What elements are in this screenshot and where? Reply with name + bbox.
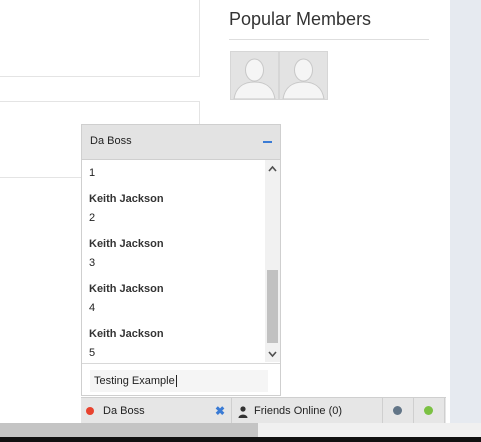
member-avatar[interactable] — [230, 51, 279, 100]
status-dot-icon — [86, 407, 94, 415]
text-caret — [176, 375, 177, 387]
message-author: Keith Jackson — [89, 238, 164, 250]
chat-tab-da-boss[interactable]: Da Boss ✖ — [81, 398, 232, 424]
popular-members-title: Popular Members — [229, 9, 372, 29]
message-text: 1 — [89, 167, 96, 179]
chat-header-title: Da Boss — [90, 135, 132, 147]
content-card-top — [0, 0, 200, 77]
chat-message-input[interactable] — [90, 370, 268, 392]
status-dot-icon — [424, 406, 433, 415]
friends-online-button[interactable]: Friends Online (0) — [232, 398, 383, 424]
friends-online-label: Friends Online (0) — [254, 405, 343, 417]
chat-input-divider — [82, 363, 280, 364]
status-dot-icon — [393, 406, 402, 415]
chat-tab-label: Da Boss — [103, 405, 145, 417]
popular-members-divider — [229, 39, 429, 40]
avatar-placeholder-icon — [231, 52, 278, 99]
chat-header[interactable]: Da Boss — [82, 125, 280, 160]
message-author: Keith Jackson — [89, 283, 164, 295]
member-avatar[interactable] — [279, 51, 328, 100]
message-author: Keith Jackson — [89, 193, 164, 205]
chevron-up-icon[interactable] — [265, 162, 280, 174]
page-side-strip — [450, 0, 481, 442]
status-gray-button[interactable] — [383, 398, 414, 424]
chevron-down-icon[interactable] — [265, 347, 280, 359]
chat-bar: Da Boss ✖ Friends Online (0) — [81, 397, 446, 424]
message-text: 2 — [89, 212, 96, 224]
minimize-icon[interactable] — [263, 141, 272, 143]
status-online-button[interactable] — [414, 398, 445, 424]
chat-window: Da Boss 1 Keith Jackson 2 Keith Jackson … — [81, 124, 281, 396]
close-icon[interactable]: ✖ — [215, 404, 225, 418]
message-text: 5 — [89, 347, 96, 359]
message-text: 4 — [89, 302, 96, 314]
message-author: Keith Jackson — [89, 328, 164, 340]
chat-messages: 1 Keith Jackson 2 Keith Jackson 3 Keith … — [82, 160, 280, 362]
chat-scrollbar-thumb[interactable] — [267, 270, 278, 343]
user-icon — [238, 405, 248, 423]
horizontal-scrollbar-thumb[interactable] — [0, 423, 258, 437]
window-edge — [0, 437, 481, 442]
message-text: 3 — [89, 257, 96, 269]
avatar-placeholder-icon — [280, 52, 327, 99]
